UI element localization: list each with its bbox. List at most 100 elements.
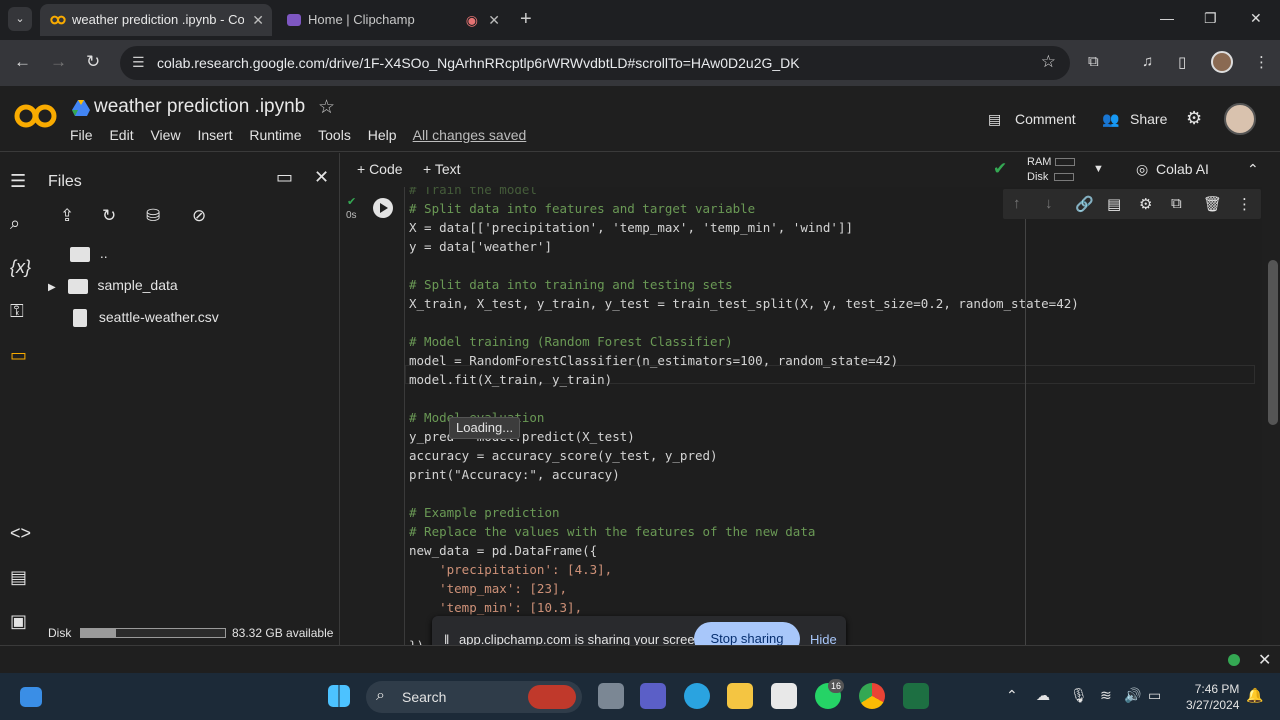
more-options-icon[interactable]: ⋮ [1237,195,1252,213]
bookmark-star-icon[interactable]: ☆ [1041,52,1056,72]
menu-edit[interactable]: Edit [109,127,133,143]
runtime-dropdown-icon[interactable]: ▼ [1093,163,1104,175]
code-snippets-icon[interactable]: <> [10,523,31,544]
taskbar-search-label: Search [402,689,447,705]
share-icon[interactable]: 👥 [1102,111,1119,128]
telegram-icon[interactable] [684,683,710,709]
microphone-icon[interactable]: 🎙 [1070,687,1088,704]
url-text: colab.research.google.com/drive/1F-X4SOo… [157,55,800,71]
menu-icon[interactable]: ⋮ [1254,53,1269,71]
task-view-icon[interactable] [598,683,624,709]
chrome-icon[interactable] [859,683,885,709]
volume-icon[interactable]: 🔊 [1124,687,1141,704]
add-code-button[interactable]: + Code [357,161,403,177]
menu-runtime[interactable]: Runtime [249,127,301,143]
variables-icon[interactable]: {x} [10,257,31,278]
open-in-tab-icon[interactable]: ▭ [276,167,293,188]
search-icon[interactable]: ⌕ [10,213,20,234]
cell-settings-gear-icon[interactable]: ⚙ [1139,195,1152,213]
upload-file-icon[interactable]: ⇪ [60,206,74,226]
system-clock[interactable]: 7:46 PM 3/27/2024 [1186,681,1239,713]
files-panel: Files ▭ ✕ ⇪ ↻ ⛁ ⊘ .. ▶ sample_data seatt… [40,153,340,645]
new-tab-button[interactable]: + [520,8,532,31]
reload-icon[interactable]: ↻ [86,52,100,72]
menu-insert[interactable]: Insert [197,127,232,143]
media-icon[interactable]: ♫ [1142,53,1153,70]
menu-view[interactable]: View [150,127,180,143]
connected-check-icon: ✔ [993,159,1008,178]
taskbar-search[interactable]: ⌕ Search [366,681,582,713]
table-of-contents-icon[interactable]: ☰ [10,171,26,192]
notebook-scrollbar[interactable] [1268,260,1278,425]
menu-tools[interactable]: Tools [318,127,351,143]
mirror-cell-icon[interactable]: ⧉ [1171,195,1182,212]
colab-header: weather prediction .ipynb ☆ File Edit Vi… [0,86,1280,152]
tab-search-button[interactable]: ⌄ [8,7,32,31]
refresh-icon[interactable]: ↻ [102,206,116,226]
forward-icon[interactable]: → [50,52,67,72]
comment-cell-icon[interactable]: ▤ [1107,195,1121,213]
collapse-chevron-icon[interactable]: ⌃ [1247,161,1259,178]
tree-item-seattle-weather[interactable]: seattle-weather.csv [73,309,219,328]
tab-colab[interactable]: weather prediction .ipynb - Cola ✕ [40,4,272,36]
profile-avatar[interactable] [1211,51,1233,73]
mount-drive-icon[interactable]: ⛁ [146,206,160,226]
excel-icon[interactable] [903,683,929,709]
teams-icon[interactable] [640,683,666,709]
comment-icon[interactable]: ▤ [988,111,1001,128]
tab-clipchamp[interactable]: Home | Clipchamp ◉ ✕ [276,4,508,36]
code-editor[interactable]: # Train the model # Split data into featu… [404,187,1262,645]
expand-arrow-icon[interactable]: ▶ [48,282,56,293]
save-status[interactable]: All changes saved [413,127,527,143]
colab-favicon-icon [50,15,66,25]
star-notebook-icon[interactable]: ☆ [318,96,335,119]
delete-trash-icon[interactable]: 🗑 [1203,195,1222,213]
tree-item-parent[interactable]: .. [70,245,108,262]
show-hidden-icons-icon[interactable]: ⌃ [1006,687,1018,704]
command-palette-icon[interactable]: ▤ [10,567,27,588]
share-button[interactable]: Share [1130,111,1167,127]
colab-logo-icon[interactable] [14,102,58,130]
terminal-icon[interactable]: ▣ [10,611,27,632]
hide-files-icon[interactable]: ⊘ [192,206,206,226]
file-explorer-icon[interactable] [727,683,753,709]
extensions-icon[interactable]: ⧉ [1088,53,1099,70]
tree-item-sample-data[interactable]: ▶ sample_data [48,277,178,294]
notebook-title[interactable]: weather prediction .ipynb [94,96,305,118]
link-icon[interactable]: 🔗 [1075,195,1094,213]
close-tab-icon[interactable]: ✕ [252,4,264,36]
microsoft-store-icon[interactable] [771,683,797,709]
settings-gear-icon[interactable]: ⚙ [1186,108,1202,129]
files-folder-icon[interactable]: ▭ [10,345,27,366]
menu-file[interactable]: File [70,127,93,143]
menu-help[interactable]: Help [368,127,397,143]
cloud-offline-icon[interactable]: ☁ [1036,687,1050,704]
user-avatar[interactable] [1224,103,1256,135]
comment-button[interactable]: Comment [1015,111,1076,127]
resource-indicator[interactable]: RAM Disk [1027,155,1076,185]
site-info-icon[interactable]: ☰ [132,54,145,71]
folder-icon [67,278,88,294]
close-panel-icon[interactable]: ✕ [314,167,329,188]
colab-ai-icon[interactable]: ◎ [1136,161,1148,178]
close-status-icon[interactable]: ✕ [1258,650,1271,670]
close-window-icon[interactable]: ✕ [1250,10,1262,27]
address-bar[interactable]: ☰ colab.research.google.com/drive/1F-X4S… [120,46,1070,80]
move-down-icon[interactable]: ↓ [1045,195,1053,212]
minimize-icon[interactable]: — [1160,10,1174,26]
restore-icon[interactable]: ❐ [1204,10,1217,27]
start-windows-icon[interactable] [328,685,350,707]
secrets-key-icon[interactable]: ⚿ [10,301,24,322]
colab-ai-button[interactable]: Colab AI [1156,161,1209,177]
notification-bell-icon[interactable]: 🔔 [1246,687,1263,704]
close-tab-icon[interactable]: ✕ [488,4,500,36]
battery-icon[interactable]: ▭ [1148,687,1161,704]
search-icon: ⌕ [376,687,385,704]
drive-icon [72,100,90,116]
wifi-icon[interactable]: ≋ [1100,687,1112,704]
widgets-icon[interactable] [20,687,42,707]
add-text-button[interactable]: + Text [423,161,461,177]
side-panel-icon[interactable]: ▯ [1178,53,1186,71]
back-icon[interactable]: ← [14,52,31,72]
move-up-icon[interactable]: ↑ [1013,195,1021,212]
